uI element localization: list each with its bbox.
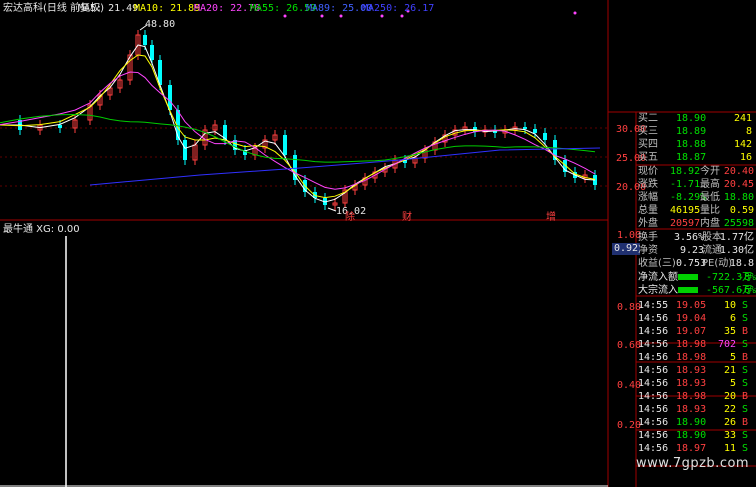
quote-row: 外盘 20597 内盘 25598 xyxy=(638,218,754,229)
order-book-row[interactable]: 买三 18.89 8 xyxy=(636,125,756,138)
flow-bar xyxy=(678,274,698,280)
event-mark: 财 xyxy=(402,212,412,223)
candle-body xyxy=(523,127,527,129)
candle-body xyxy=(58,125,62,128)
tick-row: 14:55 19.05 10 S xyxy=(638,300,749,311)
order-book-row[interactable]: 买五 18.87 16 xyxy=(636,151,756,164)
order-book-row[interactable]: 买二 18.90 241 xyxy=(636,112,756,125)
tick-row: 14:56 18.98 702 S xyxy=(638,339,749,350)
quote-row: 现价 18.92 今开 20.40 xyxy=(638,166,754,177)
candle-body xyxy=(168,85,172,110)
tick-row: 14:56 18.97 11 S xyxy=(638,443,749,454)
tick-row: 14:56 19.07 35 B xyxy=(638,326,749,337)
candle-body xyxy=(183,140,187,160)
tick-row: 14:56 18.98 5 B xyxy=(638,352,749,363)
tick-row: 14:56 18.93 21 S xyxy=(638,365,749,376)
candle-body xyxy=(533,129,537,133)
ma55-line xyxy=(0,113,596,163)
ma10-line xyxy=(0,54,596,199)
tick-row: 14:56 18.90 33 S xyxy=(638,430,749,441)
ma250-label: MA250: 26.17 xyxy=(362,3,435,14)
stats-row: 净资 9.23 流通 1.30亿 xyxy=(638,245,754,256)
tick-row: 14:56 19.04 6 S xyxy=(638,313,749,324)
candle-body xyxy=(150,45,154,60)
ma5-line xyxy=(0,44,596,203)
ma250-line xyxy=(89,147,601,186)
high-price-label: 48.80 xyxy=(145,19,176,30)
quote-row: 涨跌 -1.71 最高 20.45 xyxy=(638,179,754,190)
quote-row: 总量 46195 量比 0.59 xyxy=(638,205,754,216)
tick-row: 14:56 18.93 22 S xyxy=(638,404,749,415)
event-mark: 增 xyxy=(546,212,556,223)
quote-panel: 买二 18.90 241 买三 18.89 8 买四 18.88 142 买五 … xyxy=(636,112,756,487)
flow-row: 净流入额 -722.3万 -8% xyxy=(638,272,756,283)
toolbar-mark xyxy=(573,11,577,15)
ma20-line xyxy=(0,71,596,190)
candle-body xyxy=(143,35,147,45)
watermark: www.7gpzb.com xyxy=(636,456,750,471)
candle-body xyxy=(283,135,287,155)
tick-row: 14:56 18.93 5 S xyxy=(638,378,749,389)
flow-row: 大宗流入 -567.6万 -6% xyxy=(638,285,756,296)
tick-row: 14:56 18.90 26 B xyxy=(638,417,749,428)
order-book-row[interactable]: 买四 18.88 142 xyxy=(636,138,756,151)
candle-body xyxy=(543,133,547,140)
quote-row: 涨幅 -8.29% 最低 18.80 xyxy=(638,192,754,203)
flow-bar xyxy=(678,287,698,293)
ma5-label: MA5: 21.49 xyxy=(78,3,139,14)
ma10-label: MA10: 21.89 xyxy=(134,3,201,14)
stats-row: 收益(三) 0.753 PE(动) 18.8 xyxy=(638,258,754,269)
stats-row: 换手 3.56% 股本 1.77亿 xyxy=(638,232,754,243)
tick-row: 14:56 18.98 20 B xyxy=(638,391,749,402)
event-mark: 除 xyxy=(345,212,355,223)
indicator-title: 最牛通 XG: 0.00 xyxy=(3,224,80,235)
